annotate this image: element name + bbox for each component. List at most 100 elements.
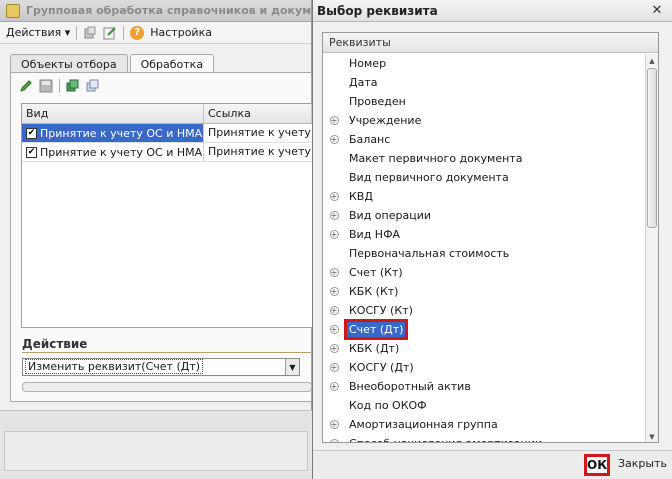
copy-green-icon[interactable] — [66, 79, 80, 93]
expand-icon[interactable]: + — [327, 287, 341, 296]
column-header-vid[interactable]: Вид — [22, 104, 204, 123]
expand-icon[interactable]: + — [327, 382, 341, 391]
tree-item-label: Номер — [349, 57, 387, 70]
plus-icon[interactable]: + — [329, 439, 339, 442]
action-value: Изменить реквизит(Счет (Дт) — [23, 359, 285, 375]
table-row[interactable]: ✔ Принятие к учету ОС и НМА Принятие к у… — [22, 143, 312, 162]
status-area — [0, 410, 312, 479]
tree-item[interactable]: Первоначальная стоимость — [323, 244, 646, 263]
plus-icon[interactable]: + — [329, 344, 339, 353]
pencil-icon[interactable] — [19, 79, 33, 93]
tree-item[interactable]: + Внеоборотный актив — [323, 377, 646, 396]
settings-button[interactable]: Настройка — [150, 26, 212, 39]
scroll-thumb[interactable] — [647, 68, 657, 228]
action-select[interactable]: Изменить реквизит(Счет (Дт) ▼ — [22, 358, 300, 376]
plus-icon[interactable]: + — [329, 306, 339, 315]
table-row[interactable]: ✔ Принятие к учету ОС и НМА Принятие к у… — [22, 124, 312, 143]
tree-item[interactable]: Код по ОКОФ — [323, 396, 646, 415]
tree-column-header[interactable]: Реквизиты — [323, 33, 658, 53]
tree-item[interactable]: + Вид НФА — [323, 225, 646, 244]
expand-icon[interactable]: + — [327, 211, 341, 220]
link-cell: Принятие к учету ОС — [204, 143, 312, 161]
tree-item[interactable]: + Баланс — [323, 130, 646, 149]
close-icon[interactable]: ✕ — [648, 2, 666, 20]
tree-item[interactable]: + Счет (Дт) — [323, 319, 646, 340]
tree-item[interactable]: + КОСГУ (Кт) — [323, 301, 646, 320]
expand-icon[interactable]: + — [327, 268, 341, 277]
action-divider — [22, 352, 312, 353]
row-checkbox[interactable]: ✔ — [26, 146, 37, 158]
tree-item[interactable]: + Амортизационная группа — [323, 415, 646, 434]
tree-item[interactable]: Проведен — [323, 92, 646, 111]
tree-item-label: КБК (Кт) — [349, 285, 399, 298]
tree-item[interactable]: + Способ начисления амортизации — [323, 434, 646, 442]
documents-grid: Вид Ссылка ✔ Принятие к учету ОС и НМА П… — [21, 103, 313, 328]
ok-button[interactable]: ОК — [584, 454, 610, 476]
tree-item-label: Внеоборотный актив — [349, 380, 471, 393]
edit-icon[interactable] — [103, 26, 117, 40]
vid-cell: ✔ Принятие к учету ОС и НМА — [22, 143, 204, 161]
tree-item[interactable]: + Учреждение — [323, 111, 646, 130]
copy-icon[interactable] — [86, 79, 100, 93]
expand-icon[interactable]: + — [327, 420, 341, 429]
tree-item[interactable]: + Вид операции — [323, 206, 646, 225]
horizontal-scrollbar[interactable] — [22, 382, 312, 392]
expand-icon[interactable]: + — [327, 116, 341, 125]
tree-item-label: Макет первичного документа — [349, 152, 523, 165]
chevron-down-icon[interactable]: ▼ — [285, 359, 299, 375]
tab-selection-objects[interactable]: Объекты отбора — [10, 54, 128, 74]
grid-header: Вид Ссылка — [22, 104, 312, 124]
dialog-title: Выбор реквизита — [317, 3, 438, 18]
expand-icon[interactable]: + — [327, 306, 341, 315]
expand-icon[interactable]: + — [327, 230, 341, 239]
plus-icon[interactable]: + — [329, 382, 339, 391]
dialog-footer: ОК Закрыть — [313, 450, 672, 479]
help-icon[interactable]: ? — [130, 25, 145, 40]
scroll-up-icon[interactable]: ▲ — [646, 54, 658, 67]
expand-icon[interactable]: + — [327, 344, 341, 353]
background-window-title: Групповая обработка справочников и докум… — [26, 4, 311, 17]
expand-icon[interactable]: + — [327, 192, 341, 201]
row-checkbox[interactable]: ✔ — [26, 127, 37, 139]
plus-icon[interactable]: + — [329, 363, 339, 372]
vertical-scrollbar[interactable]: ▲ ▼ — [645, 54, 658, 442]
goto-icon[interactable] — [83, 26, 97, 40]
tree-item[interactable]: + КБК (Кт) — [323, 282, 646, 301]
expand-icon[interactable]: + — [327, 325, 341, 334]
plus-icon[interactable]: + — [329, 230, 339, 239]
tree-item[interactable]: Макет первичного документа — [323, 149, 646, 168]
select-attribute-dialog: Выбор реквизита ✕ Реквизиты Номер Дата Про… — [312, 0, 672, 479]
tree-item[interactable]: Вид первичного документа — [323, 168, 646, 187]
plus-icon[interactable]: + — [329, 420, 339, 429]
attributes-tree: Реквизиты Номер Дата Проведен + Учреждение + Б… — [322, 32, 659, 443]
expand-icon[interactable]: + — [327, 363, 341, 372]
dialog-titlebar: Выбор реквизита ✕ — [313, 0, 672, 22]
plus-icon[interactable]: + — [329, 116, 339, 125]
tree-item[interactable]: + Счет (Кт) — [323, 263, 646, 282]
tree-item-label: Учреждение — [349, 114, 422, 127]
tree-item[interactable]: Дата — [323, 73, 646, 92]
expand-icon[interactable]: + — [327, 135, 341, 144]
tree-item-label: Проведен — [349, 95, 406, 108]
tree-item[interactable]: + КОСГУ (Дт) — [323, 358, 646, 377]
tree-item[interactable]: + КВД — [323, 187, 646, 206]
tree-item-label: Способ начисления амортизации — [347, 436, 544, 442]
actions-menu[interactable]: Действия ▾ — [6, 26, 70, 39]
tree-item-label: КВД — [349, 190, 373, 203]
plus-icon[interactable]: + — [329, 192, 339, 201]
plus-icon[interactable]: + — [329, 211, 339, 220]
expand-icon[interactable]: + — [327, 439, 341, 442]
tree-item-label: Вид первичного документа — [349, 171, 509, 184]
plus-icon[interactable]: + — [329, 325, 339, 334]
plus-icon[interactable]: + — [329, 287, 339, 296]
tab-processing[interactable]: Обработка — [129, 54, 215, 74]
tree-item[interactable]: Номер — [323, 54, 646, 73]
tree-item-label: Дата — [349, 76, 378, 89]
close-button[interactable]: Закрыть — [618, 457, 667, 470]
column-header-link[interactable]: Ссылка — [204, 104, 312, 123]
plus-icon[interactable]: + — [329, 268, 339, 277]
tree-item[interactable]: + КБК (Дт) — [323, 339, 646, 358]
plus-icon[interactable]: + — [329, 135, 339, 144]
save-icon[interactable] — [39, 79, 53, 93]
scroll-down-icon[interactable]: ▼ — [646, 430, 658, 442]
